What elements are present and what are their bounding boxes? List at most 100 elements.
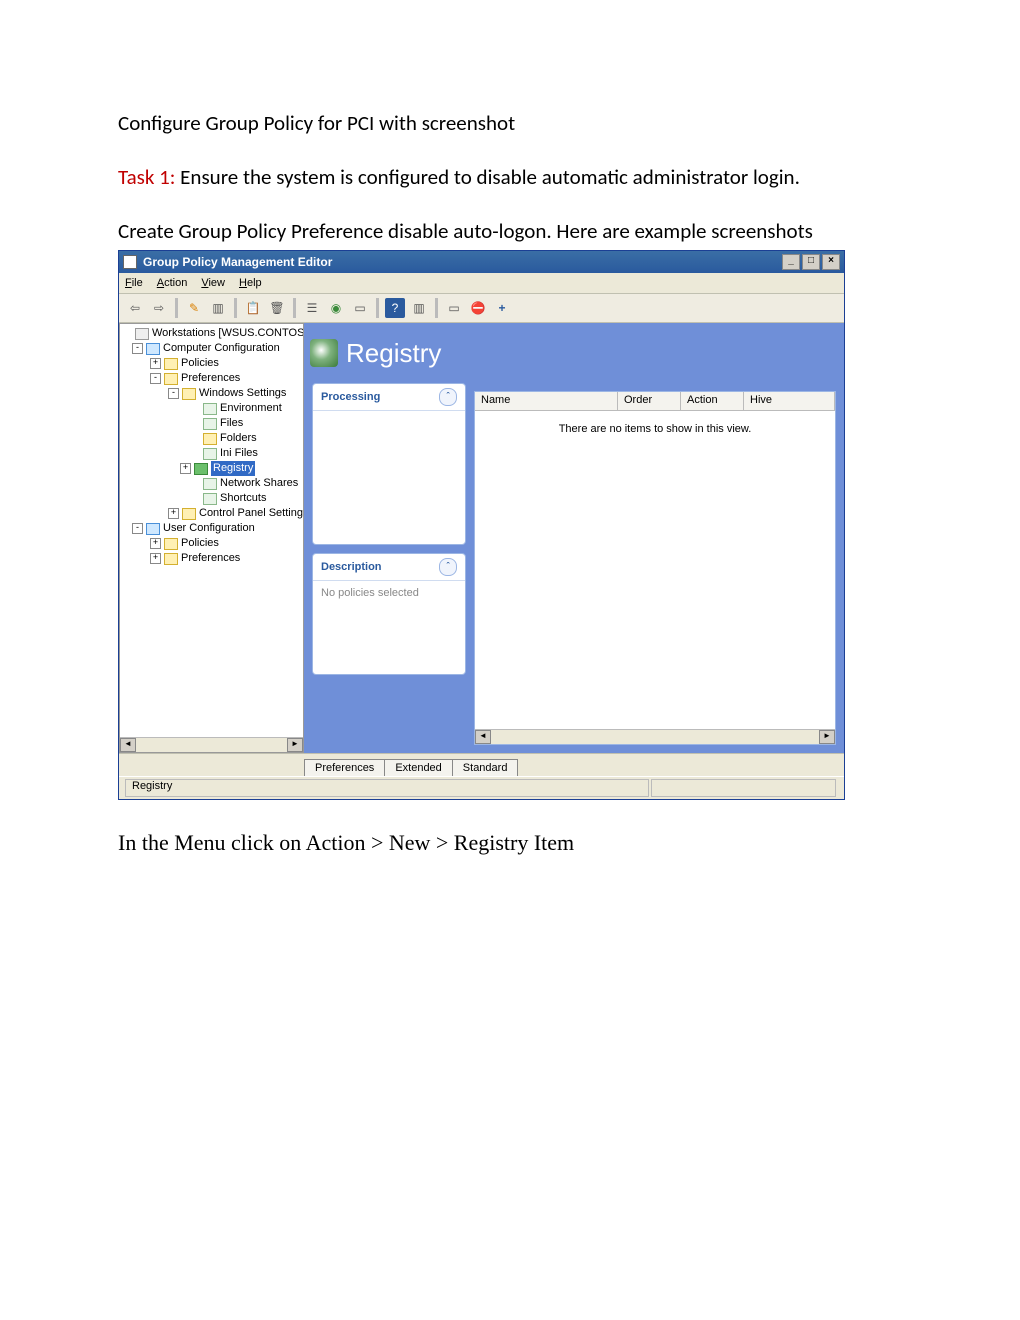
tree-folders[interactable]: Folders: [120, 431, 303, 446]
right-pane: Registry Processing ˆ: [304, 323, 844, 753]
collapse-icon[interactable]: ˆ: [439, 558, 457, 576]
page-icon[interactable]: ▭: [444, 298, 464, 318]
tree-user-preferences[interactable]: +Preferences: [120, 551, 303, 566]
list-header: Name Order Action Hive: [475, 392, 835, 411]
folder-icon: [164, 538, 178, 550]
shortcut-icon: [203, 493, 217, 505]
status-cell: [651, 779, 836, 797]
folder-icon: [182, 508, 196, 520]
maximize-button[interactable]: □: [802, 254, 820, 270]
scroll-left-icon[interactable]: ◄: [475, 730, 491, 744]
menu-bar: File Action View Help: [119, 273, 844, 294]
delete-icon[interactable]: 🗑: [267, 298, 287, 318]
tree[interactable]: Workstations [WSUS.CONTOSO.LO -Computer …: [120, 324, 303, 737]
registry-heading-text: Registry: [346, 338, 441, 369]
task-column: Registry Processing ˆ: [304, 323, 474, 753]
folder-icon: [164, 373, 178, 385]
menu-file[interactable]: File: [125, 277, 143, 289]
tab-preferences[interactable]: Preferences: [304, 759, 385, 776]
expand-icon[interactable]: +: [150, 553, 161, 564]
expand-icon[interactable]: +: [168, 508, 179, 519]
status-bar: Registry: [119, 776, 844, 799]
menu-help[interactable]: Help: [239, 277, 262, 289]
separator-icon: [175, 298, 178, 318]
description-header[interactable]: Description ˆ: [313, 554, 465, 581]
registry-heading: Registry: [304, 323, 474, 383]
tree-shortcuts[interactable]: Shortcuts: [120, 491, 303, 506]
stop-icon[interactable]: ⛔: [468, 298, 488, 318]
folder-icon: [164, 553, 178, 565]
col-action[interactable]: Action: [681, 392, 744, 410]
col-hive[interactable]: Hive: [744, 392, 835, 410]
files-icon: [203, 418, 217, 430]
copy-icon[interactable]: 📋: [243, 298, 263, 318]
description-panel: Description ˆ No policies selected: [312, 553, 466, 675]
collapse-icon[interactable]: -: [132, 343, 143, 354]
green-icon[interactable]: ◉: [326, 298, 346, 318]
app-icon: [123, 255, 137, 269]
add-icon[interactable]: +: [492, 298, 512, 318]
props-icon[interactable]: ☰: [302, 298, 322, 318]
scroll-right-icon[interactable]: ►: [819, 730, 835, 744]
description-title: Description: [321, 561, 382, 573]
window-title: Group Policy Management Editor: [143, 255, 782, 269]
tree-control-panel[interactable]: +Control Panel Settings: [120, 506, 303, 521]
processing-body: [313, 411, 465, 551]
network-icon: [203, 478, 217, 490]
tree-inifiles[interactable]: Ini Files: [120, 446, 303, 461]
user-icon: [146, 523, 160, 535]
list-view[interactable]: Name Order Action Hive There are no item…: [474, 391, 836, 745]
tree-scrollbar[interactable]: ◄ ►: [120, 737, 303, 752]
task-label: Task 1:: [118, 164, 175, 190]
tree-files[interactable]: Files: [120, 416, 303, 431]
tree-computer-config[interactable]: -Computer Configuration: [120, 341, 303, 356]
menu-action[interactable]: Action: [157, 277, 188, 289]
back-icon[interactable]: ⇦: [125, 298, 145, 318]
list-empty-text: There are no items to show in this view.: [475, 411, 835, 729]
scroll-left-icon[interactable]: ◄: [120, 738, 136, 752]
preference-area: Registry Processing ˆ: [304, 323, 844, 753]
registry-big-icon: [310, 339, 338, 367]
collapse-icon[interactable]: -: [150, 373, 161, 384]
list-icon[interactable]: ▥: [208, 298, 228, 318]
tree-root[interactable]: Workstations [WSUS.CONTOSO.LO: [120, 326, 303, 341]
menu-view[interactable]: View: [201, 277, 225, 289]
col-order[interactable]: Order: [618, 392, 681, 410]
edit-icon[interactable]: ✎: [184, 298, 204, 318]
tree-user-config[interactable]: -User Configuration: [120, 521, 303, 536]
processing-panel: Processing ˆ: [312, 383, 466, 545]
expand-icon[interactable]: +: [180, 463, 191, 474]
tab-standard[interactable]: Standard: [452, 759, 519, 776]
tree-preferences[interactable]: -Preferences: [120, 371, 303, 386]
task-line: Task 1: Ensure the system is configured …: [118, 164, 902, 190]
tree-windows-settings[interactable]: -Windows Settings: [120, 386, 303, 401]
tree-environment[interactable]: Environment: [120, 401, 303, 416]
close-button[interactable]: ×: [822, 254, 840, 270]
tree-registry[interactable]: + Registry: [120, 461, 303, 476]
tree-selected-label: Registry: [211, 461, 255, 476]
collapse-icon[interactable]: -: [132, 523, 143, 534]
minimize-button[interactable]: _: [782, 254, 800, 270]
computer-icon: [146, 343, 160, 355]
toolbar: ⇦ ⇨ ✎ ▥ 📋 🗑 ☰ ◉ ▭ ? ▥ ▭ ⛔ +: [119, 294, 844, 323]
expand-icon[interactable]: +: [150, 538, 161, 549]
list-scrollbar[interactable]: ◄ ►: [475, 729, 835, 744]
scroll-right-icon[interactable]: ►: [287, 738, 303, 752]
tree-policies[interactable]: +Policies: [120, 356, 303, 371]
doc-icon[interactable]: ▭: [350, 298, 370, 318]
task-text: Ensure the system is configured to disab…: [175, 164, 799, 190]
tree-pane: Workstations [WSUS.CONTOSO.LO -Computer …: [119, 323, 304, 753]
tree-network-shares[interactable]: Network Shares: [120, 476, 303, 491]
title-bar[interactable]: Group Policy Management Editor _ □ ×: [119, 251, 844, 273]
processing-header[interactable]: Processing ˆ: [313, 384, 465, 411]
grid-icon[interactable]: ▥: [409, 298, 429, 318]
collapse-icon[interactable]: -: [168, 388, 179, 399]
col-name[interactable]: Name: [475, 392, 618, 410]
forward-icon[interactable]: ⇨: [149, 298, 169, 318]
help-icon[interactable]: ?: [385, 298, 405, 318]
expand-icon[interactable]: +: [150, 358, 161, 369]
tab-extended[interactable]: Extended: [384, 759, 452, 776]
doc-title: Configure Group Policy for PCI with scre…: [118, 110, 902, 136]
collapse-icon[interactable]: ˆ: [439, 388, 457, 406]
tree-user-policies[interactable]: +Policies: [120, 536, 303, 551]
